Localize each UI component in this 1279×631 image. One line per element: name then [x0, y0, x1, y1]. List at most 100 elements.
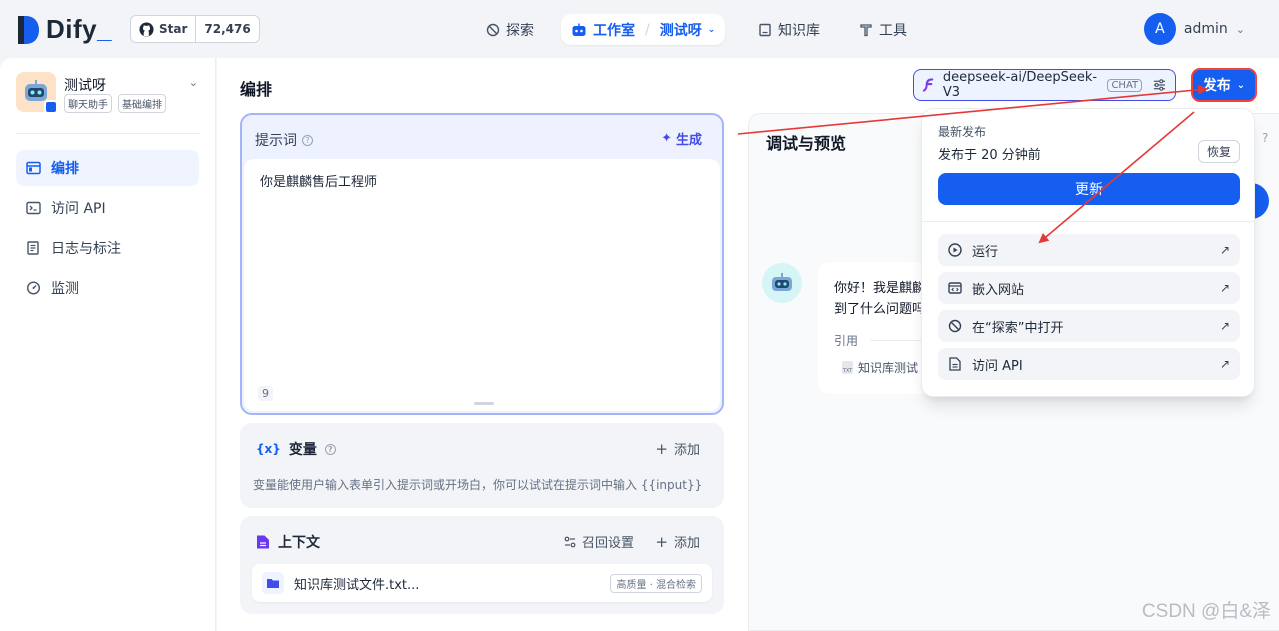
- nav-current-app[interactable]: 测试呀: [660, 20, 702, 40]
- dashboard-icon: [26, 281, 41, 295]
- chevron-down-icon[interactable]: ⌄: [189, 76, 198, 89]
- app-info[interactable]: 测试呀 ⌄ 聊天助手 基础编排: [16, 72, 200, 134]
- arrow-up-right-icon: ↗: [1219, 281, 1230, 295]
- dify-logo-icon: [18, 15, 39, 44]
- book-icon: [759, 23, 771, 36]
- nav-knowledge-label: 知识库: [778, 22, 820, 39]
- run-label: 运行: [972, 244, 999, 260]
- variable-braces-icon: {x}: [256, 442, 281, 456]
- help-icon[interactable]: ?: [302, 134, 313, 146]
- publish-dropdown: 最新发布 发布于 20 分钟前 恢复 更新 运行 ↗ 嵌入网站 ↗ 在“探索”中…: [921, 108, 1255, 397]
- message-line: 到了什么问题吗: [834, 302, 926, 317]
- help-icon[interactable]: ?: [1262, 131, 1268, 145]
- help-icon[interactable]: ?: [324, 443, 336, 455]
- recall-label: 召回设置: [581, 536, 634, 551]
- dataset-item[interactable]: 知识库测试文件.txt... 高质量 · 混合检索: [252, 564, 712, 602]
- context-header: 上下文: [256, 532, 320, 552]
- nav-studio-label: 工作室: [593, 22, 635, 39]
- model-name: deepseek-ai/DeepSeek-V3: [942, 70, 1098, 100]
- sidebar-item-orchestrate[interactable]: 编排: [16, 150, 199, 186]
- chevron-down-icon[interactable]: ⌄: [708, 25, 716, 35]
- plus-icon: +: [655, 439, 668, 458]
- open-in-explore-item[interactable]: 在“探索”中打开 ↗: [938, 310, 1240, 342]
- watermark: CSDN @白&泽: [1141, 601, 1271, 622]
- nav-tools[interactable]: 工具: [849, 14, 917, 45]
- generate-button[interactable]: ✦ 生成: [661, 129, 702, 148]
- avatar[interactable]: A: [1143, 13, 1176, 45]
- publish-button[interactable]: 发布 ⌄: [1191, 68, 1257, 102]
- app-type-tag: 聊天助手: [64, 94, 112, 113]
- explore-icon: [486, 23, 500, 36]
- prompt-header: 提示词 ?: [255, 130, 313, 150]
- prompt-text[interactable]: 你是麒麟售后工程师: [260, 171, 377, 190]
- github-star-count[interactable]: 72,476: [196, 16, 258, 42]
- txt-file-icon: TXT: [842, 361, 853, 374]
- citation-item[interactable]: TXT 知识库测试: [842, 359, 918, 376]
- sparkle-icon: ✦: [661, 131, 672, 146]
- recall-settings-button[interactable]: 召回设置: [564, 532, 634, 551]
- nav-tools-label: 工具: [879, 22, 907, 39]
- github-star-widget[interactable]: Star 72,476: [130, 15, 260, 43]
- arrow-up-right-icon: ↗: [1219, 319, 1230, 333]
- model-mode-badge: CHAT: [1107, 78, 1143, 92]
- github-star-label: Star: [159, 22, 188, 36]
- file-list-icon: [27, 241, 39, 255]
- latest-publish-label: 最新发布: [938, 125, 987, 139]
- preview-title: 调试与预览: [766, 134, 847, 153]
- app-name: 测试呀: [64, 78, 106, 94]
- sidebar-item-label: 监测: [51, 281, 79, 297]
- prompt-editor: 提示词 ? ✦ 生成 你是麒麟售后工程师 9: [240, 113, 724, 415]
- restore-button[interactable]: 恢复: [1198, 140, 1240, 163]
- resize-handle[interactable]: [474, 402, 494, 405]
- add-variable-button[interactable]: + 添加: [655, 439, 700, 459]
- prompt-textarea[interactable]: 你是麒麟售后工程师 9: [244, 159, 720, 411]
- variables-description: 变量能使用户输入表单引入提示词或开场白，你可以试试在提示词中输入 {{input…: [253, 478, 703, 492]
- chevron-down-icon: ⌄: [1235, 22, 1245, 36]
- nav-studio[interactable]: 工作室 / 测试呀 ⌄: [561, 14, 726, 45]
- bot-avatar-icon: [762, 263, 802, 303]
- github-star-button[interactable]: Star: [131, 16, 197, 42]
- user-menu[interactable]: A admin ⌄: [1143, 13, 1245, 45]
- dataset-badge: 高质量 · 混合检索: [610, 573, 702, 593]
- dataset-name: 知识库测试文件.txt...: [294, 577, 420, 593]
- chat-badge-icon: [44, 100, 58, 114]
- page-title: 编排: [240, 80, 273, 99]
- generate-label: 生成: [675, 133, 702, 148]
- message-text: 你好！我是麒麟 到了什么问题吗: [834, 278, 925, 320]
- app-mode-tag: 基础编排: [118, 94, 166, 113]
- update-button[interactable]: 更新: [938, 173, 1240, 205]
- nav-knowledge[interactable]: 知识库: [748, 14, 830, 45]
- prompt-title: 提示词: [255, 133, 297, 149]
- embed-website-item[interactable]: 嵌入网站 ↗: [938, 272, 1240, 304]
- variables-header: {x} 变量 ?: [256, 439, 336, 459]
- terminal-icon: [26, 201, 41, 215]
- plus-icon: +: [655, 532, 668, 551]
- add-label: 添加: [673, 443, 700, 458]
- sidebar: 测试呀 ⌄ 聊天助手 基础编排 编排 访问 API 日志与标注 监测: [0, 58, 216, 631]
- sidebar-item-monitor[interactable]: 监测: [16, 270, 199, 306]
- play-circle-icon: [948, 243, 962, 257]
- access-api-item[interactable]: 访问 API ↗: [938, 348, 1240, 380]
- file-text-icon: [949, 357, 961, 371]
- brand-name: Dify_: [46, 14, 113, 44]
- nav-explore[interactable]: 探索: [476, 14, 544, 45]
- run-app-item[interactable]: 运行 ↗: [938, 234, 1240, 266]
- settings-sliders-icon[interactable]: [1152, 78, 1167, 92]
- sidebar-item-api[interactable]: 访问 API: [16, 190, 199, 226]
- sidebar-item-label: 编排: [51, 161, 79, 177]
- github-icon: [139, 21, 154, 37]
- folder-icon: [262, 572, 284, 594]
- char-count: 9: [258, 386, 273, 401]
- dify-logo[interactable]: Dify_: [16, 14, 112, 45]
- document-icon: [257, 535, 269, 549]
- explore-icon: [948, 319, 962, 333]
- settings-icon: [564, 536, 576, 547]
- sidebar-item-logs[interactable]: 日志与标注: [16, 230, 199, 266]
- publish-label: 发布: [1202, 78, 1231, 94]
- context-panel: 上下文 召回设置 + 添加 知识库测试文件.txt... 高质量 · 混合检索: [240, 516, 724, 614]
- embed-icon: [948, 282, 962, 294]
- model-selector[interactable]: deepseek-ai/DeepSeek-V3 CHAT: [913, 69, 1176, 101]
- add-context-button[interactable]: + 添加: [655, 532, 700, 552]
- divider: [922, 221, 1254, 222]
- citation-file: 知识库测试: [858, 361, 919, 375]
